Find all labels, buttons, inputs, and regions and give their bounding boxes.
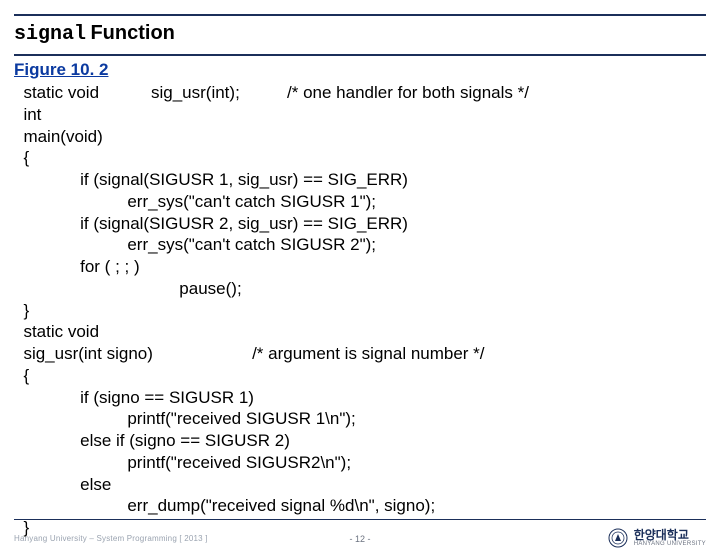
code-line: main(void) [14, 126, 706, 148]
code-line: printf("received SIGUSR 1\n"); [14, 408, 706, 430]
title-function: Function [90, 22, 174, 44]
code-line: for ( ; ; ) [14, 256, 706, 278]
code-line: if (signal(SIGUSR 2, sig_usr) == SIG_ERR… [14, 213, 706, 235]
code-line: if (signo == SIGUSR 1) [14, 387, 706, 409]
code-line: { [14, 147, 706, 169]
title-code: signal [14, 23, 86, 46]
brand: 한양대학교 HANYANG UNIVERSITY [608, 528, 706, 548]
code-line: err_dump("received signal %d\n", signo); [14, 495, 706, 517]
code-line: printf("received SIGUSR2\n"); [14, 452, 706, 474]
code-line: else [14, 474, 706, 496]
footer: Hanyang University – System Programming … [14, 528, 706, 548]
content: Figure 10. 2 static void sig_usr(int); /… [0, 56, 720, 539]
brand-korean: 한양대학교 [634, 529, 706, 541]
title-row: signal Function [0, 16, 720, 54]
code-line: static void sig_usr(int); /* one handler… [14, 82, 706, 104]
figure-link[interactable]: Figure 10. 2 [14, 60, 108, 79]
brand-text: 한양대학교 HANYANG UNIVERSITY [634, 529, 706, 547]
brand-english: HANYANG UNIVERSITY [634, 541, 706, 547]
code-line: else if (signo == SIGUSR 2) [14, 430, 706, 452]
page-number: - 12 - [349, 534, 370, 544]
code-listing: static void sig_usr(int); /* one handler… [14, 80, 706, 539]
footer-rule [14, 519, 706, 520]
code-line: } [14, 300, 706, 322]
university-seal-icon [608, 528, 628, 548]
code-line: int [14, 104, 706, 126]
footer-credit: Hanyang University – System Programming … [14, 534, 208, 543]
code-line: err_sys("can't catch SIGUSR 1"); [14, 191, 706, 213]
code-line: err_sys("can't catch SIGUSR 2"); [14, 234, 706, 256]
code-line: static void [14, 321, 706, 343]
slide: signal Function Figure 10. 2 static void… [0, 14, 720, 554]
code-line: { [14, 365, 706, 387]
code-line: pause(); [14, 278, 706, 300]
code-line: if (signal(SIGUSR 1, sig_usr) == SIG_ERR… [14, 169, 706, 191]
code-line: sig_usr(int signo) /* argument is signal… [14, 343, 706, 365]
